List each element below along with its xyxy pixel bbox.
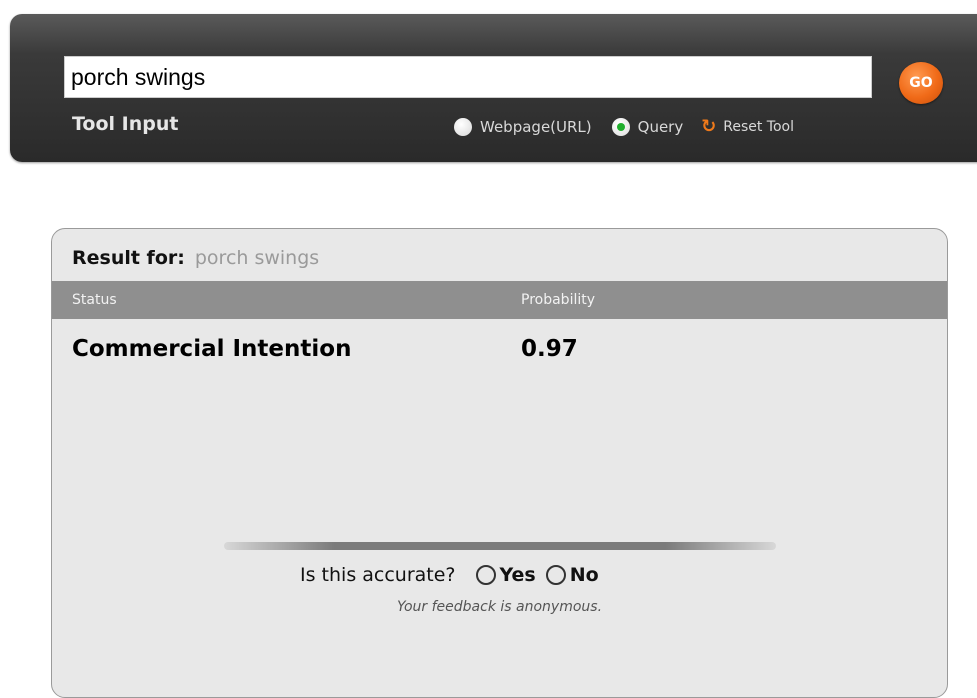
result-label: Result for: xyxy=(72,247,185,269)
webpage-url-option[interactable]: Webpage(URL) xyxy=(454,118,592,136)
query-label: Query xyxy=(637,118,684,136)
reset-tool-button[interactable]: ↻ Reset Tool xyxy=(701,118,794,136)
webpage-url-label: Webpage(URL) xyxy=(480,118,592,136)
input-type-options: Webpage(URL) Query ↻ Reset Tool xyxy=(454,118,794,136)
result-panel: Result for: porch swings Status Probabili… xyxy=(51,228,948,698)
status-column-header: Status xyxy=(72,292,117,308)
feedback-row: Is this accurate? Yes No xyxy=(300,564,609,586)
webpage-url-radio[interactable] xyxy=(454,118,472,136)
feedback-no-option[interactable]: No xyxy=(545,564,599,586)
no-label: No xyxy=(569,564,599,586)
feedback-question: Is this accurate? xyxy=(300,564,456,586)
table-header: Status Probability xyxy=(52,281,947,319)
feedback-yes-option[interactable]: Yes xyxy=(475,564,536,586)
result-query: porch swings xyxy=(194,247,320,269)
go-button[interactable]: GO xyxy=(899,62,943,104)
reset-arrow-icon: ↻ xyxy=(701,116,717,137)
divider xyxy=(224,542,776,550)
tool-input-label: Tool Input xyxy=(72,113,179,135)
probability-cell: 0.97 xyxy=(521,336,578,362)
reset-tool-label: Reset Tool xyxy=(723,119,794,135)
yes-label: Yes xyxy=(499,564,536,586)
status-cell: Commercial Intention xyxy=(72,336,352,362)
no-radio[interactable] xyxy=(545,565,566,585)
query-input[interactable] xyxy=(64,56,872,98)
query-radio[interactable] xyxy=(611,118,630,136)
probability-column-header: Probability xyxy=(521,292,596,308)
query-option[interactable]: Query xyxy=(611,118,684,136)
feedback-note: Your feedback is anonymous. xyxy=(396,599,603,615)
result-header: Result for: porch swings xyxy=(72,247,319,269)
yes-radio[interactable] xyxy=(475,565,496,585)
